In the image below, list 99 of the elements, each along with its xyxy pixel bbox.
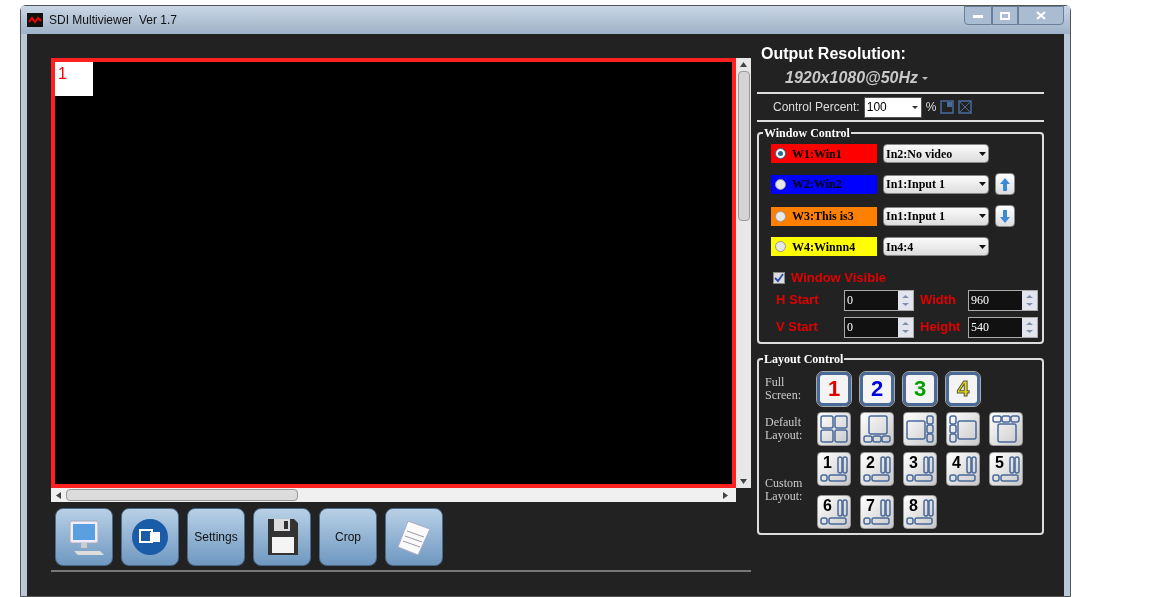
input-dropdown[interactable]: In2:No video (883, 144, 989, 163)
spinner-icon (898, 317, 913, 337)
control-percent-field[interactable]: 100 (863, 96, 922, 118)
arrow-up-icon (999, 176, 1011, 192)
toolbar-button[interactable]: Settings (187, 508, 245, 566)
percent-unit: % (925, 99, 937, 116)
custom-layout-button[interactable]: 4 (946, 451, 980, 486)
window-label: 1 (55, 62, 93, 96)
spinner-icon (1022, 290, 1037, 310)
layout-icon (949, 414, 977, 443)
row-label: Full Screen: (765, 375, 802, 402)
toolbar-button[interactable] (253, 508, 311, 566)
layout-icon (862, 454, 892, 483)
check-icon (774, 272, 784, 283)
field-label: Width (920, 291, 957, 310)
app-logo-icon (27, 13, 43, 27)
scroll-thumb[interactable] (737, 71, 750, 221)
radio-button[interactable] (775, 178, 786, 190)
window-row[interactable]: W1:Win1 (771, 144, 877, 163)
input-dropdown[interactable]: In1:Input 1 (883, 206, 989, 226)
checkbox[interactable] (773, 271, 785, 284)
layout-icon (863, 414, 891, 443)
move-up-button[interactable] (995, 173, 1015, 195)
crossed-box-icon[interactable] (958, 100, 973, 114)
number-field[interactable]: 540 (968, 316, 1038, 338)
layout-icon (905, 454, 935, 483)
window-row[interactable]: W4:Winnn4 (771, 237, 877, 256)
field-label: H Start (776, 291, 820, 310)
spinner-icon (898, 290, 913, 310)
layout-icon (862, 497, 892, 526)
custom-layout-button[interactable]: 7 (860, 494, 894, 529)
radio-button[interactable] (775, 210, 786, 222)
layout-icon (991, 454, 1021, 483)
default-layout-button[interactable] (817, 411, 851, 446)
resolution-dropdown[interactable]: 1920x1080@50Hz (785, 66, 929, 90)
dropdown-icon (979, 214, 986, 218)
close-button[interactable] (1018, 6, 1064, 25)
dropdown-icon (979, 182, 986, 186)
custom-layout-button[interactable]: 1 (817, 451, 851, 486)
toolbar-button[interactable] (121, 508, 179, 566)
field-label: Height (920, 318, 962, 337)
preview-canvas[interactable]: 1 (51, 58, 736, 488)
maximize-button[interactable] (992, 6, 1018, 25)
layout-icon (992, 414, 1020, 443)
custom-layout-button[interactable]: 8 (903, 494, 937, 529)
layout-icon (819, 497, 849, 526)
close-icon (1036, 11, 1046, 20)
radio-button[interactable] (775, 148, 786, 159)
control-percent-label: Control Percent: (773, 99, 860, 116)
default-layout-button[interactable] (903, 411, 937, 446)
number-field[interactable]: 0 (844, 316, 914, 338)
layout-icon (905, 497, 935, 526)
default-layout-button[interactable] (946, 411, 980, 446)
toolbar-button[interactable] (385, 508, 443, 566)
radio-button[interactable] (775, 241, 786, 252)
toolbar-button[interactable]: Crop (319, 508, 377, 566)
input-dropdown[interactable]: In4:4 (883, 237, 989, 256)
row-label: Default Layout: (765, 415, 804, 442)
full-screen-button[interactable]: 1 (817, 371, 851, 406)
layout-icon (906, 414, 934, 443)
quad-layout-icon (820, 414, 848, 443)
layout-icon (819, 454, 849, 483)
window-row[interactable]: W3:This is3 (771, 206, 877, 226)
dropdown-icon (910, 104, 919, 110)
minimize-button[interactable] (964, 6, 992, 25)
output-resolution-heading: Output Resolution: (761, 44, 907, 64)
spinner-icon (1022, 317, 1037, 337)
dropdown-icon (979, 244, 986, 249)
number-field[interactable]: 960 (968, 289, 1038, 311)
dropdown-icon (922, 76, 929, 80)
custom-layout-button[interactable]: 2 (860, 451, 894, 486)
full-screen-button[interactable]: 2 (860, 371, 894, 406)
layout-icon (948, 454, 978, 483)
row-label: Custom Layout: (765, 477, 804, 503)
minimize-icon (973, 13, 983, 18)
default-layout-button[interactable] (860, 411, 894, 446)
custom-layout-button[interactable]: 3 (903, 451, 937, 486)
number-field[interactable]: 0 (844, 289, 914, 311)
field-label: V Start (776, 318, 819, 337)
corner-box-icon[interactable] (940, 100, 955, 114)
scroll-left-icon (56, 491, 61, 499)
scroll-right-icon (723, 491, 728, 499)
dropdown-icon (979, 151, 986, 156)
custom-layout-button[interactable]: 5 (989, 451, 1023, 486)
scroll-up-icon (740, 62, 747, 67)
vertical-scrollbar[interactable] (736, 58, 751, 488)
toolbar-button[interactable] (55, 508, 113, 566)
window-visible-label: Window Visible (791, 269, 886, 287)
custom-layout-button[interactable]: 6 (817, 494, 851, 529)
arrow-down-icon (999, 208, 1011, 224)
connector-icon (130, 517, 170, 557)
scroll-thumb[interactable] (66, 489, 298, 501)
scroll-down-icon (740, 479, 747, 484)
horizontal-scrollbar[interactable] (51, 488, 736, 502)
maximize-icon (1000, 11, 1010, 20)
window-title: SDI Multiviewer Ver 1.7 (49, 12, 178, 29)
move-down-button[interactable] (995, 205, 1015, 227)
default-layout-button[interactable] (989, 411, 1023, 446)
input-dropdown[interactable]: In1:Input 1 (883, 174, 989, 194)
